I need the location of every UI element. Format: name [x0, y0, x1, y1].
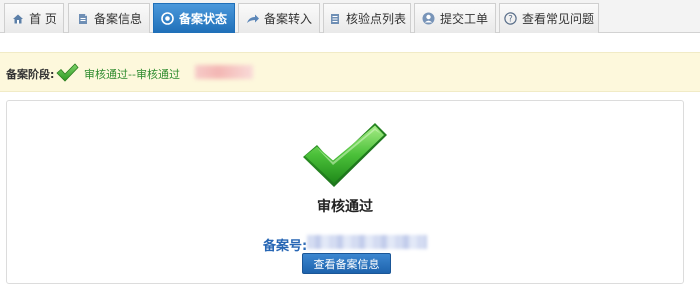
- svg-text:?: ?: [509, 15, 514, 25]
- tab-bar: 首 页 备案信息 备案状态 备案转入 核验点列表 提交工单 ? 查看常见问题: [0, 0, 700, 33]
- tab-label: 核验点列表: [345, 12, 406, 26]
- tab-label: 查看常见问题: [521, 12, 594, 26]
- record-number-redacted: [307, 235, 427, 249]
- view-record-info-button[interactable]: 查看备案信息: [302, 253, 391, 274]
- status-icon: [161, 12, 175, 26]
- home-icon: [11, 12, 25, 26]
- tab-label: 提交工单: [439, 12, 488, 26]
- page: 首 页 备案信息 备案状态 备案转入 核验点列表 提交工单 ? 查看常见问题 备…: [0, 0, 700, 300]
- tab-label: 备案信息: [93, 12, 142, 26]
- tab-label: 备案状态: [178, 12, 227, 26]
- result-title: 审核通过: [317, 199, 373, 215]
- transfer-arrow-icon: [246, 12, 260, 26]
- approved-check-icon: [297, 119, 389, 191]
- tab-label: 首 页: [29, 12, 57, 26]
- question-icon: ?: [504, 12, 518, 26]
- tab-submit-ticket[interactable]: 提交工单: [414, 3, 496, 33]
- tab-record-transfer[interactable]: 备案转入: [238, 3, 320, 33]
- document-icon: [76, 12, 90, 26]
- status-strip: 备案阶段: 审核通过--审核通过: [0, 52, 700, 92]
- redacted-region: [195, 65, 253, 79]
- tab-faq[interactable]: ? 查看常见问题: [499, 3, 599, 33]
- tab-record-status[interactable]: 备案状态: [153, 3, 235, 33]
- stage-label: 备案阶段:: [6, 68, 55, 81]
- stage-status-text: 审核通过--审核通过: [84, 68, 180, 81]
- tab-label: 备案转入: [263, 12, 312, 26]
- list-book-icon: [328, 12, 342, 26]
- check-icon: [55, 61, 79, 85]
- result-panel: 审核通过 备案号: 查看备案信息: [6, 100, 684, 284]
- tab-home[interactable]: 首 页: [4, 3, 64, 33]
- tab-verification-points[interactable]: 核验点列表: [323, 3, 411, 33]
- user-icon: [422, 12, 436, 26]
- record-number-label: 备案号:: [263, 239, 308, 254]
- tab-record-info[interactable]: 备案信息: [68, 3, 150, 33]
